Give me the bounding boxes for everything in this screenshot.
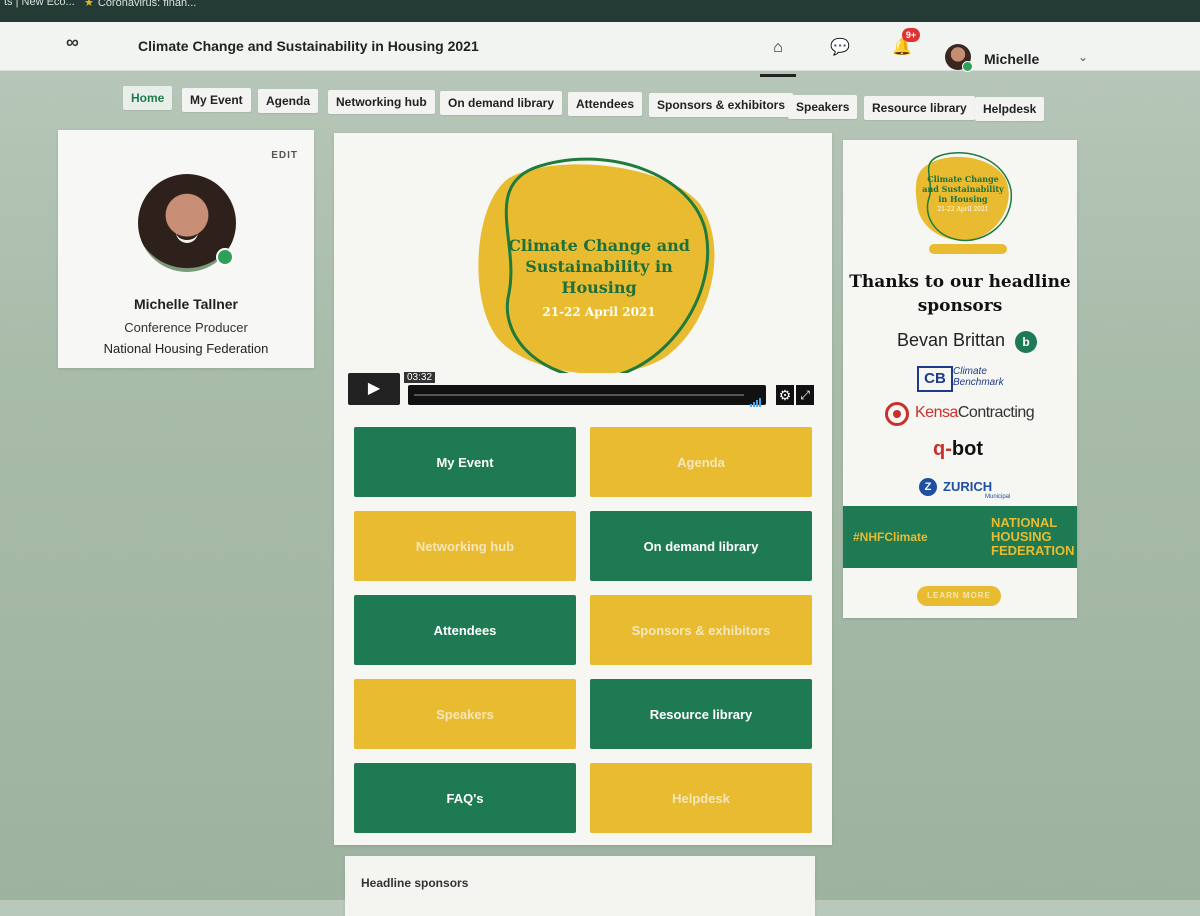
main-nav: Home My Event Agenda Networking hub On d… [0, 86, 1200, 121]
user-name[interactable]: Michelle [984, 51, 1039, 67]
sponsor-kensa-contracting: KensaContracting [915, 404, 1035, 421]
nav-speakers[interactable]: Speakers [788, 95, 858, 119]
kensa-logo-icon [885, 402, 909, 426]
sponsor-climate-benchmark: Climate Benchmark [953, 366, 1004, 388]
logo-pill [929, 244, 1007, 254]
tile-sponsors-exhibitors[interactable]: Sponsors & exhibitors [590, 595, 812, 665]
video-player-controls: ▶ 03:32 ⚙ ⤢ [348, 371, 818, 407]
bevan-brittan-logo-icon: b [1015, 331, 1037, 353]
play-button[interactable]: ▶ [348, 373, 400, 405]
zurich-logo-icon: Z [919, 478, 937, 496]
tile-my-event[interactable]: My Event [354, 427, 576, 497]
tile-networking-hub[interactable]: Networking hub [354, 511, 576, 581]
profile-role: Conference Producer [124, 320, 248, 335]
app-logo[interactable]: ∞ [66, 32, 79, 53]
sponsor-zurich: ZURICH [943, 479, 993, 494]
headline-sponsors-panel: Headline sponsors [345, 856, 815, 916]
active-indicator [760, 74, 796, 77]
nav-sponsors-exhibitors[interactable]: Sponsors & exhibitors [649, 93, 794, 117]
nhf-banner: #NHFClimate NATIONAL HOUSING FEDERATION [843, 506, 1077, 568]
sponsor-thanks-heading: Thanks to our headline sponsors [849, 272, 1071, 316]
climate-benchmark-logo-icon: CB [917, 366, 953, 392]
video-timecode: 03:32 [404, 372, 436, 383]
learn-more-button[interactable]: LEARN MORE [917, 586, 1001, 606]
nav-networking-hub[interactable]: Networking hub [328, 90, 435, 114]
nav-my-event[interactable]: My Event [182, 88, 251, 112]
star-icon: ★ [84, 0, 94, 9]
tile-resource-library[interactable]: Resource library [590, 679, 812, 749]
nav-attendees[interactable]: Attendees [568, 92, 643, 116]
tile-faqs[interactable]: FAQ's [354, 763, 576, 833]
tile-agenda[interactable]: Agenda [590, 427, 812, 497]
top-bar: ∞ Climate Change and Sustainability in H… [0, 22, 1200, 77]
gear-icon[interactable]: ⚙ [776, 385, 794, 405]
nav-home[interactable]: Home [123, 86, 173, 110]
chat-icon[interactable]: 💬 [828, 36, 852, 60]
nhf-logo: NATIONAL HOUSING FEDERATION [991, 515, 1075, 558]
sponsor-logo-date: 21-22 April 2021 [937, 206, 989, 213]
profile-name: Michelle Tallner [134, 296, 238, 312]
main-panel: Climate Change and Sustainability in Hou… [334, 133, 832, 845]
tile-helpdesk[interactable]: Helpdesk [590, 763, 812, 833]
event-hero: Climate Change and Sustainability in Hou… [334, 133, 832, 373]
video-seek-bar[interactable] [408, 385, 766, 405]
headline-sponsors-heading: Headline sponsors [361, 876, 469, 890]
sponsor-bevan-brittan: Bevan Brittan [897, 330, 1006, 350]
online-status-dot [216, 248, 234, 266]
event-title: Climate Change and Sustainability in Hou… [138, 38, 479, 54]
nav-helpdesk[interactable]: Helpdesk [975, 97, 1045, 121]
sponsor-q-bot: q-bot [933, 438, 983, 460]
hero-date: 21-22 April 2021 [542, 305, 656, 319]
volume-icon[interactable] [750, 389, 768, 407]
event-hashtag: #NHFClimate [853, 530, 928, 544]
profile-organization: National Housing Federation [103, 341, 269, 356]
online-status-dot [962, 61, 973, 72]
home-icon[interactable]: ⌂ [766, 36, 790, 60]
tile-on-demand-library[interactable]: On demand library [590, 511, 812, 581]
nav-agenda[interactable]: Agenda [258, 89, 319, 113]
browser-tab-strip: ts | New Eco... ★ Coronavirus: finan... [0, 0, 1200, 22]
tile-attendees[interactable]: Attendees [354, 595, 576, 665]
avatar[interactable] [945, 44, 973, 72]
profile-card: EDIT Michelle Tallner Conference Produce… [58, 130, 314, 368]
notification-badge: 9+ [902, 28, 920, 42]
tile-speakers[interactable]: Speakers [354, 679, 576, 749]
hero-title: Climate Change and Sustainability in Hou… [508, 236, 690, 297]
sponsor-advert[interactable]: Climate Change and Sustainability in Hou… [843, 140, 1077, 618]
edit-profile-link[interactable]: EDIT [271, 150, 298, 161]
browser-tab[interactable]: ★ Coronavirus: finan... [84, 0, 196, 9]
chevron-down-icon[interactable]: ⌄ [1078, 50, 1088, 64]
browser-tab[interactable]: ts | New Eco... [4, 0, 75, 8]
zurich-subtitle: Municipal [985, 494, 1011, 500]
sponsor-logo-title: Climate Change and Sustainability in Hou… [922, 174, 1004, 204]
fullscreen-icon[interactable]: ⤢ [796, 385, 814, 405]
nav-resource-library[interactable]: Resource library [864, 96, 975, 120]
nav-on-demand-library[interactable]: On demand library [440, 91, 563, 115]
